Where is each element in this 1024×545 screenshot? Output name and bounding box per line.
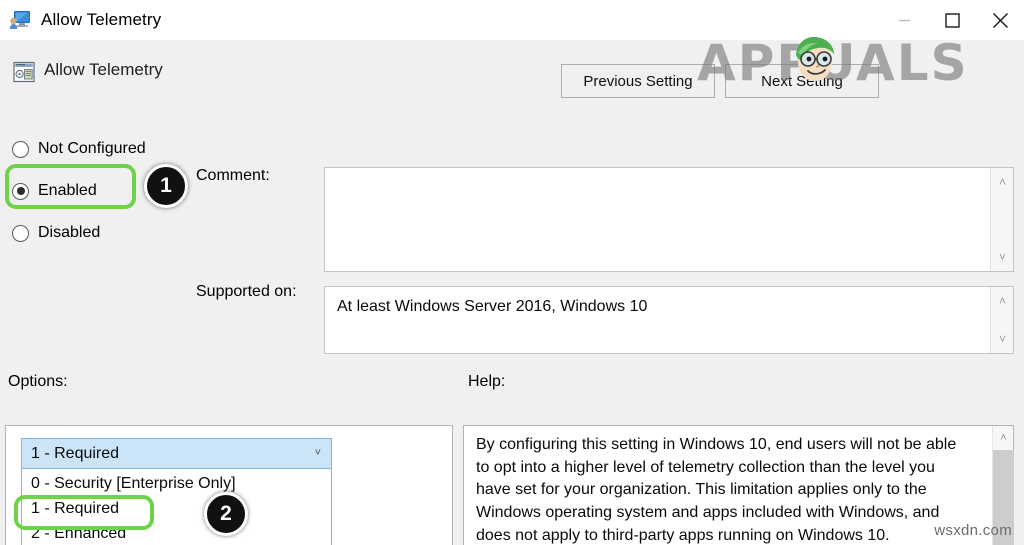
scroll-up-icon[interactable]: ˄ <box>991 291 1014 311</box>
radio-enabled-label: Enabled <box>38 182 97 200</box>
scroll-up-icon[interactable]: ˄ <box>993 429 1014 447</box>
scroll-thumb[interactable] <box>993 450 1014 545</box>
next-setting-button[interactable]: Next Setting <box>725 64 879 98</box>
comment-label: Comment: <box>196 167 270 185</box>
scroll-down-icon[interactable]: ˅ <box>991 329 1014 349</box>
step-badge-2: 2 <box>204 492 248 536</box>
dialog-body: Allow Telemetry Previous Setting Next Se… <box>0 40 1024 545</box>
scroll-up-icon[interactable]: ˄ <box>991 172 1014 192</box>
policy-header: Allow Telemetry Previous Setting Next Se… <box>0 40 1024 112</box>
chevron-down-icon[interactable]: ˅ <box>315 448 321 459</box>
help-panel: By configuring this setting in Windows 1… <box>463 425 1014 545</box>
radio-disabled-label: Disabled <box>38 224 100 242</box>
telemetry-level-dropdown[interactable]: 0 - Security [Enterprise Only] 1 - Requi… <box>21 469 332 545</box>
options-label: Options: <box>8 373 68 391</box>
radio-not-configured-mark <box>12 141 29 158</box>
maximize-icon[interactable] <box>928 0 976 40</box>
supported-on-value: At least Windows Server 2016, Windows 10 <box>337 296 981 318</box>
dropdown-item-enhanced[interactable]: 2 - Enhanced <box>22 521 331 545</box>
dropdown-item-required[interactable]: 1 - Required <box>22 496 331 521</box>
radio-disabled-mark <box>12 225 29 242</box>
previous-setting-button[interactable]: Previous Setting <box>561 64 715 98</box>
supported-on-label: Supported on: <box>196 283 297 301</box>
window-title: Allow Telemetry <box>41 10 161 30</box>
minimize-icon[interactable] <box>880 0 928 40</box>
scroll-down-icon[interactable]: ˅ <box>991 247 1014 267</box>
dropdown-item-security[interactable]: 0 - Security [Enterprise Only] <box>22 471 331 496</box>
radio-disabled[interactable]: Disabled <box>12 212 192 254</box>
radio-enabled-mark <box>12 183 29 200</box>
help-text: By configuring this setting in Windows 1… <box>476 434 970 545</box>
comment-textbox[interactable]: ˄ ˅ <box>324 167 1014 272</box>
radio-not-configured-label: Not Configured <box>38 140 146 158</box>
group-policy-icon <box>13 61 35 83</box>
supported-on-textbox[interactable]: At least Windows Server 2016, Windows 10… <box>324 286 1014 354</box>
close-icon[interactable] <box>976 0 1024 40</box>
telemetry-level-value: 1 - Required <box>31 445 119 463</box>
help-label: Help: <box>468 373 505 391</box>
comment-scrollbar[interactable]: ˄ ˅ <box>990 168 1013 271</box>
window-title-bar: Allow Telemetry <box>0 0 1024 40</box>
telemetry-level-combobox[interactable]: 1 - Required ˅ <box>21 438 332 469</box>
window-controls <box>880 0 1024 40</box>
step-badge-1: 1 <box>144 164 188 208</box>
supported-on-scrollbar[interactable]: ˄ ˅ <box>990 287 1013 353</box>
policy-editor-window: Allow Telemetry <box>0 0 1024 545</box>
policy-monitor-icon <box>9 10 31 30</box>
policy-title: Allow Telemetry <box>44 60 163 80</box>
help-scrollbar[interactable]: ˄ <box>992 426 1013 545</box>
